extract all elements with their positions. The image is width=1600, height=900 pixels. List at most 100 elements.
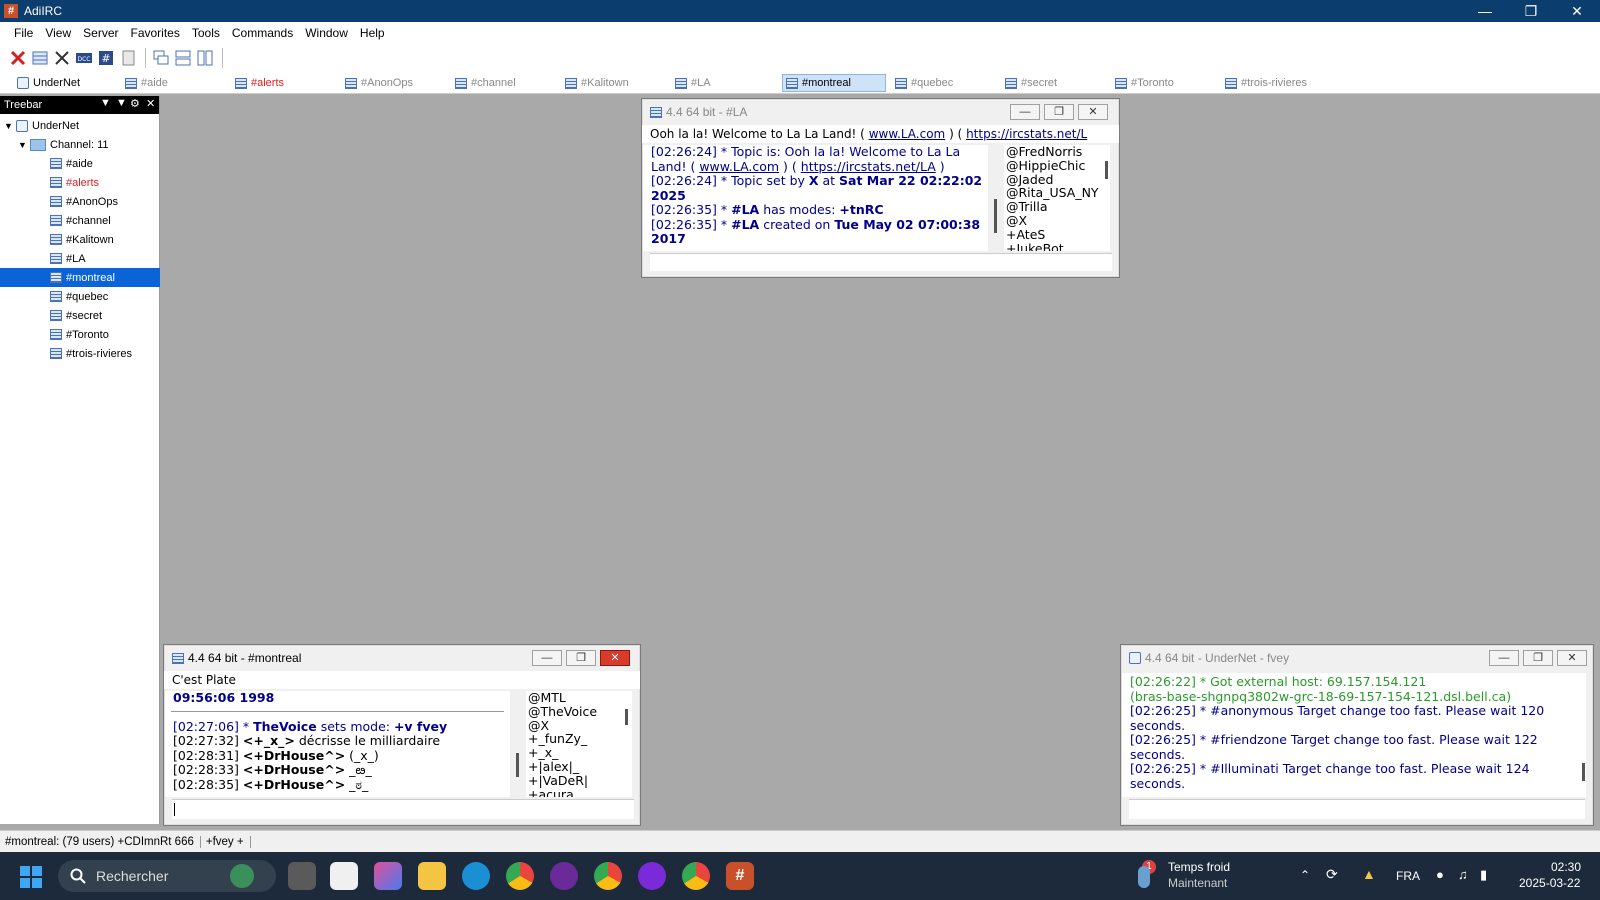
microsoft-store-icon[interactable] — [330, 862, 358, 890]
menu-server[interactable]: Server — [77, 26, 124, 40]
language-indicator[interactable]: FRA — [1396, 869, 1420, 883]
chat-scrollbar[interactable] — [994, 199, 997, 233]
treebar-pin-icon[interactable]: ▼ — [116, 97, 127, 109]
clock-time[interactable]: 02:30 — [1551, 860, 1581, 874]
nick-item[interactable]: @X — [1006, 214, 1110, 228]
nick-item[interactable]: @HippieChic — [1006, 158, 1110, 173]
close-window-button[interactable]: ✕ — [1554, 0, 1600, 22]
tree-item-anonops[interactable]: #AnonOps — [0, 192, 160, 211]
nick-item[interactable]: +JukeBot — [1006, 241, 1110, 251]
window-titlebar[interactable]: 4.4 64 bit - #montreal — ❐ ✕ — [164, 645, 640, 671]
tile-horizontal-icon[interactable] — [173, 48, 193, 68]
edge-icon[interactable] — [462, 862, 490, 890]
taskbar-search[interactable]: Rechercher — [58, 860, 276, 892]
tree-item-kalitown[interactable]: #Kalitown — [0, 230, 160, 249]
wifi-icon[interactable]: ● — [1436, 867, 1444, 882]
switchbar-tab-montreal[interactable]: #montreal — [782, 74, 886, 92]
chat-log[interactable]: 09:56:06 1998 [02:27:06] * TheVoice sets… — [165, 691, 510, 797]
switchbar-tab-anonops[interactable]: #AnonOps — [342, 74, 442, 92]
nick-item[interactable]: +|VaDeR| — [528, 773, 632, 788]
message-input[interactable] — [650, 253, 1112, 271]
connect-icon[interactable] — [8, 48, 28, 68]
menu-view[interactable]: View — [39, 26, 77, 40]
tree-item-quebec[interactable]: #quebec — [0, 287, 160, 306]
nick-item[interactable]: @MTL — [528, 691, 632, 705]
nick-list[interactable]: @FredNorris @HippieChic @Jaded @Rita_USA… — [1004, 145, 1110, 251]
tree-item-channel[interactable]: #channel — [0, 211, 160, 230]
switchbar-tab-quebec[interactable]: #quebec — [892, 74, 992, 92]
server-input[interactable] — [1129, 799, 1585, 819]
nick-item[interactable]: @FredNorris — [1006, 145, 1110, 159]
tree-item-secret[interactable]: #secret — [0, 306, 160, 325]
topic-link[interactable]: www.LA.com — [869, 127, 946, 141]
options-icon[interactable] — [52, 48, 72, 68]
nicklist-scrollbar[interactable] — [1105, 161, 1108, 179]
tree-item-toronto[interactable]: #Toronto — [0, 325, 160, 344]
task-view-icon[interactable] — [288, 862, 316, 890]
channel-hash-icon[interactable]: # — [96, 48, 116, 68]
switchbar-tab-channel[interactable]: #channel — [452, 74, 552, 92]
window-close-button[interactable]: ✕ — [1078, 104, 1108, 120]
collapse-icon[interactable]: ▼ — [18, 140, 28, 150]
tree-item-montreal[interactable]: #montreal — [0, 268, 160, 287]
copilot-icon[interactable] — [374, 862, 402, 890]
server-log-scrollbar[interactable] — [1582, 763, 1585, 781]
tile-vertical-icon[interactable] — [195, 48, 215, 68]
nick-item[interactable]: @Trilla — [1006, 200, 1110, 214]
minimize-window-button[interactable]: — — [1462, 0, 1508, 22]
restore-window-button[interactable]: ❐ — [1508, 0, 1554, 22]
collapse-icon[interactable]: ▼ — [4, 121, 14, 131]
tor-browser-icon[interactable] — [638, 862, 666, 890]
switchbar-tab-trois-rivieres[interactable]: #trois-rivieres — [1222, 74, 1332, 92]
tree-item-aide[interactable]: #aide — [0, 154, 160, 173]
nick-item[interactable]: @Rita_USA_NY — [1006, 186, 1110, 200]
channel-window-la[interactable]: 4.4 64 bit - #LA — ❐ ✕ Ooh la la! Welcom… — [641, 98, 1120, 278]
tree-server-undernet[interactable]: ▼ UnderNet — [0, 116, 160, 135]
switchbar-tab-toronto[interactable]: #Toronto — [1112, 74, 1212, 92]
treebar-settings-icon[interactable]: ⚙ — [130, 97, 140, 110]
menu-favorites[interactable]: Favorites — [124, 26, 185, 40]
treebar-close-icon[interactable]: ✕ — [146, 97, 155, 110]
nick-item[interactable]: @Jaded — [1006, 172, 1110, 187]
chat-link[interactable]: www.LA.com — [699, 159, 779, 174]
nicklist-scrollbar[interactable] — [625, 709, 628, 725]
windows-start-icon[interactable] — [20, 866, 42, 888]
security-icon[interactable]: ▲ — [1362, 866, 1376, 882]
sync-icon[interactable]: ⟳ — [1326, 866, 1338, 883]
menu-file[interactable]: File — [8, 26, 39, 40]
treebar-dropdown-icon[interactable]: ▼ — [100, 97, 111, 109]
chat-log[interactable]: [02:26:24] * Topic is: Ooh la la! Welcom… — [643, 145, 988, 251]
notes-icon[interactable] — [118, 48, 138, 68]
menu-commands[interactable]: Commands — [226, 26, 299, 40]
topic-link[interactable]: https://ircstats.net/L — [966, 127, 1087, 141]
menu-help[interactable]: Help — [354, 26, 391, 40]
tree-item-alerts[interactable]: #alerts — [0, 173, 160, 192]
sync-app-icon[interactable] — [550, 862, 578, 890]
nick-item[interactable]: +AteS — [1006, 227, 1110, 242]
clock-date[interactable]: 2025-03-22 — [1519, 876, 1580, 890]
dcc-icon[interactable]: DCC — [74, 48, 94, 68]
tree-item-la[interactable]: #LA — [0, 249, 160, 268]
chrome-profile-icon[interactable] — [682, 862, 710, 890]
nick-list[interactable]: @MTL @TheVoice @X +_funZy_ +_x_ +|alex|_… — [526, 691, 632, 797]
menu-tools[interactable]: Tools — [186, 26, 226, 40]
chrome-icon[interactable] — [506, 862, 534, 890]
switchbar-tab-undernet[interactable]: UnderNet — [14, 74, 114, 92]
switchbar-tab-alerts[interactable]: #alerts — [232, 74, 332, 92]
window-titlebar[interactable]: 4.4 64 bit - #LA — ❐ ✕ — [642, 99, 1119, 125]
file-explorer-icon[interactable] — [418, 862, 446, 890]
cascade-icon[interactable] — [151, 48, 171, 68]
switchbar-tab-secret[interactable]: #secret — [1002, 74, 1102, 92]
window-minimize-button[interactable]: — — [1010, 104, 1040, 120]
tree-folder-channels[interactable]: ▼ Channel: 11 — [0, 135, 160, 154]
switchbar-tab-aide[interactable]: #aide — [122, 74, 222, 92]
tree-item-trois-rivieres[interactable]: #trois-rivieres — [0, 344, 160, 363]
battery-icon[interactable]: ▮ — [1480, 867, 1487, 883]
window-maximize-button[interactable]: ❐ — [1523, 650, 1553, 666]
server-window-undernet[interactable]: 4.4 64 bit - UnderNet - fvey — ❐ ✕ [02:2… — [1120, 644, 1594, 826]
chrome-profile-icon[interactable] — [594, 862, 622, 890]
chat-link[interactable]: https://ircstats.net/LA — [801, 159, 936, 174]
channel-list-icon[interactable] — [30, 48, 50, 68]
adiirc-taskbar-icon[interactable]: # — [726, 862, 754, 890]
message-input[interactable] — [172, 799, 634, 819]
